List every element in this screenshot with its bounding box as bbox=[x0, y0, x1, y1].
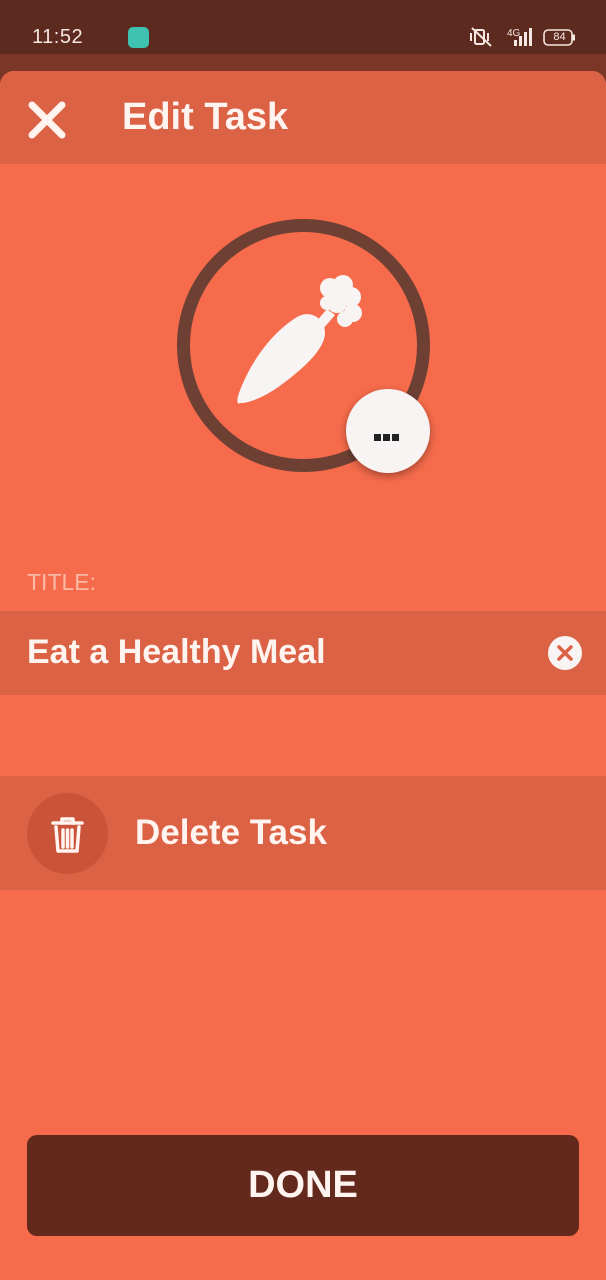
header: Edit Task bbox=[0, 71, 606, 164]
network-type: 4G bbox=[507, 28, 521, 39]
vibrate-mute-icon bbox=[470, 27, 492, 47]
status-time: 11:52 bbox=[32, 26, 84, 48]
close-button[interactable] bbox=[24, 97, 70, 143]
app-notification-icon bbox=[128, 27, 149, 48]
title-label: TITLE: bbox=[27, 569, 97, 595]
trash-icon bbox=[51, 817, 84, 853]
delete-task-label: Delete Task bbox=[135, 813, 327, 852]
done-button-label: DONE bbox=[248, 1164, 358, 1206]
close-icon bbox=[28, 101, 66, 139]
clear-icon bbox=[557, 645, 573, 661]
page-title: Edit Task bbox=[122, 96, 289, 138]
delete-task-button[interactable]: Delete Task bbox=[0, 776, 606, 890]
status-bar: 11:52 4G 84 bbox=[0, 0, 606, 56]
done-button[interactable]: DONE bbox=[27, 1135, 579, 1236]
clear-title-button[interactable] bbox=[548, 636, 582, 670]
battery-level: 84 bbox=[553, 31, 566, 43]
more-icon bbox=[374, 428, 401, 446]
edit-task-sheet: Edit Task TITLE: Eat a Healthy Meal Dele… bbox=[0, 71, 606, 1280]
more-options-button[interactable] bbox=[346, 389, 430, 473]
status-icons: 4G 84 bbox=[470, 26, 576, 50]
trash-icon-circle bbox=[27, 793, 108, 874]
title-input[interactable]: Eat a Healthy Meal bbox=[0, 611, 606, 695]
title-input-value: Eat a Healthy Meal bbox=[27, 633, 326, 671]
